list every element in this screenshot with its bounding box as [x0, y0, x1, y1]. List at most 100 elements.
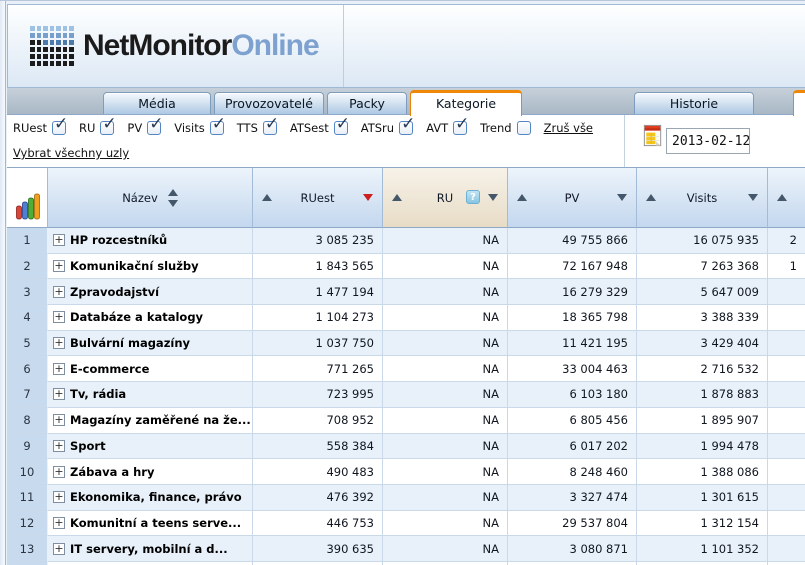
column-header-ruest[interactable]: RUest — [253, 168, 383, 228]
category-name: Zábava a hry — [70, 465, 154, 479]
sort-desc-active-icon[interactable] — [363, 194, 373, 201]
tab-média[interactable]: Média — [103, 92, 211, 115]
sort-desc-icon[interactable] — [617, 194, 627, 201]
extra-value-cell — [768, 485, 805, 511]
calendar-icon[interactable] — [643, 123, 663, 148]
pv-value-cell: 3 080 871 — [508, 536, 637, 562]
sort-desc-icon[interactable] — [748, 194, 758, 201]
tab-provozovatelé[interactable]: Provozovatelé — [214, 92, 324, 115]
checkbox-avt[interactable] — [453, 121, 467, 135]
checkbox-trend[interactable] — [517, 121, 531, 135]
table-row[interactable]: 10 Zábava a hry 490 483 NA 8 248 460 1 3… — [7, 459, 805, 485]
expand-icon[interactable] — [53, 286, 65, 298]
metric-label: RUest — [13, 121, 47, 135]
category-name: Databáze a katalogy — [70, 310, 203, 324]
sort-asc-icon[interactable] — [168, 189, 178, 196]
ruest-value-cell: 1 104 273 — [253, 305, 383, 331]
metric-label: RU — [79, 121, 95, 135]
tab-historie[interactable]: Historie — [634, 92, 754, 115]
expand-icon[interactable] — [53, 517, 65, 529]
extra-value-cell — [768, 305, 805, 331]
pv-value-cell: 33 004 463 — [508, 356, 637, 382]
checkbox-pv[interactable] — [147, 121, 161, 135]
category-name: Tv, rádia — [70, 387, 126, 401]
checkbox-atsru[interactable] — [399, 121, 413, 135]
table-row[interactable]: 5 Bulvární magazíny 1 037 750 NA 11 421 … — [7, 331, 805, 357]
category-name-cell: Magazíny zaměřené na že... — [48, 408, 253, 434]
checkbox-ru[interactable] — [100, 121, 114, 135]
checkbox-tts[interactable] — [263, 121, 277, 135]
expand-icon[interactable] — [53, 543, 65, 555]
ru-value-cell: NA — [383, 511, 508, 537]
category-name-cell: Komunikační služby — [48, 254, 253, 280]
metric-toggle-atsru: ATSru — [361, 121, 413, 135]
column-header-ru[interactable]: RU ? — [383, 168, 508, 228]
column-header-nazev[interactable]: Název — [48, 168, 253, 228]
ru-value-cell: NA — [383, 331, 508, 357]
logo-name: NetMonitor — [83, 29, 231, 62]
metric-label: Trend — [480, 121, 511, 135]
date-input[interactable] — [666, 128, 750, 154]
ruest-value-cell: 1 843 565 — [253, 254, 383, 280]
checkbox-atsest[interactable] — [334, 121, 348, 135]
expand-icon[interactable] — [53, 440, 65, 452]
table-row[interactable]: 9 Sport 558 384 NA 6 017 202 1 994 478 — [7, 434, 805, 460]
clear-all-link[interactable]: Zruš vše — [544, 121, 593, 135]
expand-icon[interactable] — [53, 260, 65, 272]
ru-value-cell: NA — [383, 254, 508, 280]
expand-icon[interactable] — [53, 388, 65, 400]
checkbox-visits[interactable] — [210, 121, 224, 135]
table-row[interactable]: 1 HP rozcestníků 3 085 235 NA 49 755 866… — [7, 228, 805, 254]
ruest-value-cell: 708 952 — [253, 408, 383, 434]
category-name: Zpravodajství — [70, 285, 159, 299]
visits-value-cell: 1 895 907 — [637, 408, 768, 434]
checkbox-ruest[interactable] — [52, 121, 66, 135]
sort-desc-icon[interactable] — [488, 194, 498, 201]
tab-partial[interactable] — [793, 90, 805, 116]
row-number-cell: 13 — [7, 536, 48, 562]
category-name-cell: Zábava a hry — [48, 459, 253, 485]
pv-value-cell: 49 755 866 — [508, 228, 637, 254]
help-icon[interactable]: ? — [466, 190, 480, 204]
table-row[interactable]: 2 Komunikační služby 1 843 565 NA 72 167… — [7, 254, 805, 280]
table-row[interactable]: 6 E-commerce 771 265 NA 33 004 463 2 716… — [7, 356, 805, 382]
category-name: Komunikační služby — [70, 259, 199, 273]
expand-icon[interactable] — [53, 414, 65, 426]
table-row[interactable]: 13 IT servery, mobilní a d... 390 635 NA… — [7, 536, 805, 562]
category-name-cell: Zpravodajství — [48, 279, 253, 305]
column-header-pv[interactable]: PV — [508, 168, 637, 228]
ruest-value-cell: 3 085 235 — [253, 228, 383, 254]
logo-grid-icon — [30, 26, 74, 66]
sort-desc-icon[interactable] — [168, 200, 178, 207]
filter-panel: RUestRUPVVisitsTTSATSestATSruAVTTrendZru… — [7, 114, 805, 168]
expand-icon[interactable] — [53, 466, 65, 478]
expand-icon[interactable] — [53, 234, 65, 246]
table-row[interactable]: 7 Tv, rádia 723 995 NA 6 103 180 1 878 8… — [7, 382, 805, 408]
visits-value-cell: 2 716 532 — [637, 356, 768, 382]
data-table: Název RUest RU ? PV Visits — [7, 168, 805, 564]
category-name-cell: Sport — [48, 434, 253, 460]
column-header-partial[interactable] — [768, 168, 805, 228]
tab-packy[interactable]: Packy — [327, 92, 407, 115]
ru-value-cell: NA — [383, 485, 508, 511]
column-header-visits[interactable]: Visits — [637, 168, 768, 228]
expand-icon[interactable] — [53, 363, 65, 375]
table-row[interactable]: 4 Databáze a katalogy 1 104 273 NA 18 36… — [7, 305, 805, 331]
expand-icon[interactable] — [53, 491, 65, 503]
table-row[interactable]: 12 Komunitní a teens serve... 446 753 NA… — [7, 511, 805, 537]
table-row[interactable]: 8 Magazíny zaměřené na že... 708 952 NA … — [7, 408, 805, 434]
tab-kategorie[interactable]: Kategorie — [410, 90, 522, 116]
table-row[interactable]: 3 Zpravodajství 1 477 194 NA 16 279 329 … — [7, 279, 805, 305]
ru-value-cell: NA — [383, 382, 508, 408]
extra-value-cell — [768, 356, 805, 382]
sort-asc-icon[interactable] — [777, 194, 787, 201]
visits-value-cell: 1 994 478 — [637, 434, 768, 460]
page-frame-strip — [0, 1, 6, 565]
select-all-nodes-link[interactable]: Vybrat všechny uzly — [13, 146, 129, 160]
category-name: Sport — [70, 439, 106, 453]
category-name: Magazíny zaměřené na že... — [70, 413, 251, 427]
expand-icon[interactable] — [53, 311, 65, 323]
extra-value-cell — [768, 382, 805, 408]
expand-icon[interactable] — [53, 337, 65, 349]
table-row[interactable]: 11 Ekonomika, finance, právo 476 392 NA … — [7, 485, 805, 511]
